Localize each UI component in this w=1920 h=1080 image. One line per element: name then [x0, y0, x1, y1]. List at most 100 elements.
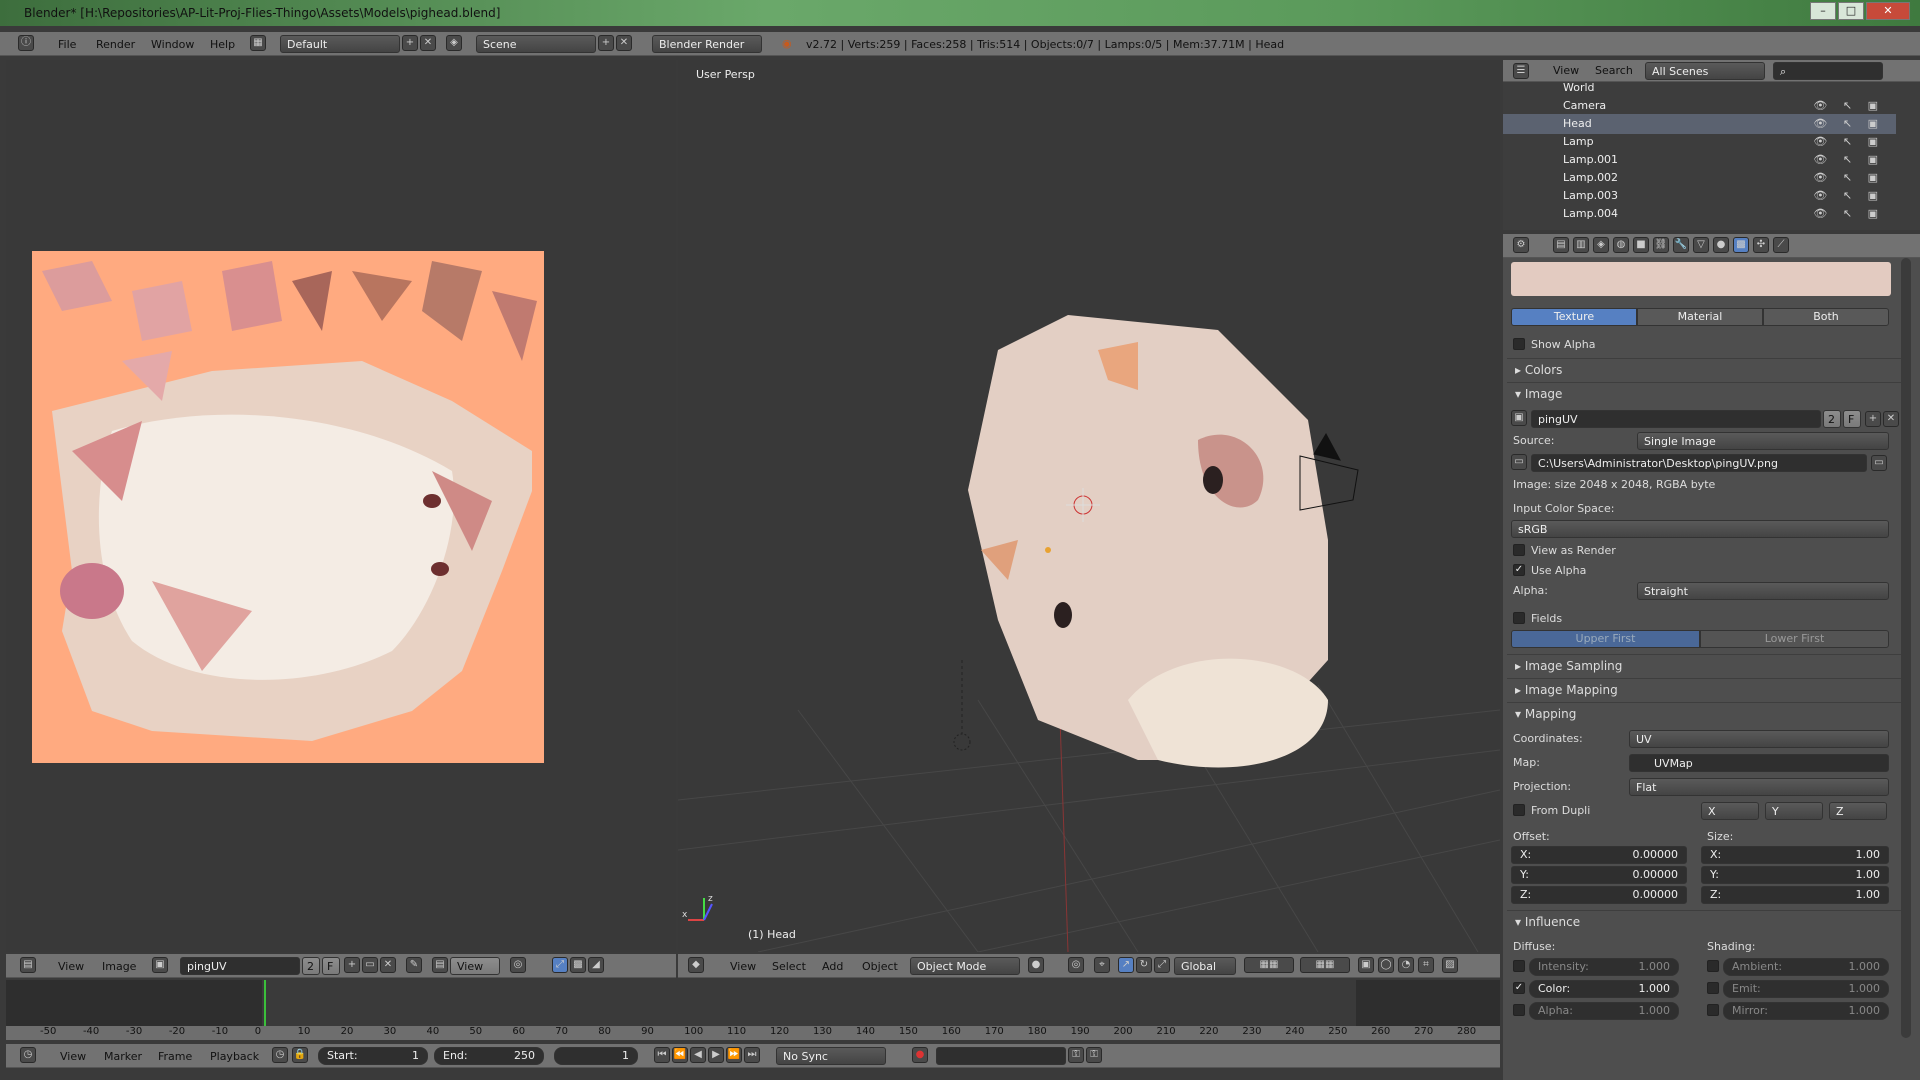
- uv-map-field[interactable]: UVMap: [1629, 754, 1889, 772]
- image-fake-user-button[interactable]: F: [1843, 410, 1861, 428]
- jump-end-icon[interactable]: ⏭: [744, 1047, 760, 1063]
- editor-type-timeline-icon[interactable]: ◷: [20, 1047, 36, 1063]
- translate-icon[interactable]: ↗: [1118, 957, 1134, 973]
- outliner-row[interactable]: Lamp.003 👁 ↖ ▣: [1503, 186, 1896, 206]
- scene-tab-icon[interactable]: ◈: [1593, 237, 1609, 253]
- render-preview-icon[interactable]: ◯: [1378, 957, 1394, 973]
- outliner-row[interactable]: Lamp.001 👁 ↖ ▣: [1503, 150, 1896, 170]
- upper-first-button[interactable]: Upper First: [1511, 630, 1700, 648]
- uv-menu-view[interactable]: View: [58, 960, 84, 973]
- view-as-render-checkbox[interactable]: [1513, 544, 1525, 556]
- visibility-icons[interactable]: 👁 ↖ ▣: [1813, 117, 1884, 130]
- uv-image-editor[interactable]: [6, 60, 676, 952]
- jump-start-icon[interactable]: ⏮: [654, 1047, 670, 1063]
- remove-scene-icon[interactable]: ✕: [616, 35, 632, 51]
- uv-image-name[interactable]: pingUV: [180, 957, 300, 975]
- browse-file-icon[interactable]: ▭: [1871, 455, 1887, 471]
- uv-menu-image[interactable]: Image: [102, 960, 136, 973]
- world-tab-icon[interactable]: ◍: [1613, 237, 1629, 253]
- layers-icon[interactable]: ▦▦: [1244, 957, 1294, 973]
- scale-icon[interactable]: ⤢: [1154, 957, 1170, 973]
- ambient-field[interactable]: Ambient: 1.000: [1723, 958, 1889, 976]
- size-field[interactable]: X: 1.00: [1701, 846, 1889, 864]
- image-name-field[interactable]: pingUV: [1531, 410, 1821, 428]
- mirror-checkbox[interactable]: [1707, 1004, 1719, 1016]
- layout-select[interactable]: Default: [280, 35, 400, 53]
- snap-icon[interactable]: ⌗: [1418, 957, 1434, 973]
- shading-icon[interactable]: ●: [1028, 957, 1044, 973]
- visibility-icons[interactable]: 👁 ↖ ▣: [1813, 189, 1884, 202]
- texture-tab-icon[interactable]: ▩: [1733, 237, 1749, 253]
- projection-select[interactable]: Flat: [1629, 778, 1889, 796]
- new-image-icon[interactable]: +: [344, 957, 360, 973]
- outliner-menu-search[interactable]: Search: [1595, 64, 1633, 77]
- outliner-row[interactable]: Lamp.002 👁 ↖ ▣: [1503, 168, 1896, 188]
- timeline-menu-view[interactable]: View: [60, 1050, 86, 1063]
- menu-window[interactable]: Window: [151, 38, 194, 51]
- offset-field[interactable]: X: 0.00000: [1511, 846, 1687, 864]
- outliner-row[interactable]: World: [1503, 78, 1896, 98]
- outliner-row[interactable]: Lamp.004 👁 ↖ ▣: [1503, 204, 1896, 224]
- alpha-influence-checkbox[interactable]: [1513, 1004, 1525, 1016]
- lower-first-button[interactable]: Lower First: [1700, 630, 1889, 648]
- emit-checkbox[interactable]: [1707, 982, 1719, 994]
- physics-tab-icon[interactable]: ⟋: [1773, 237, 1789, 253]
- material-tab-icon[interactable]: ●: [1713, 237, 1729, 253]
- render-tab-icon[interactable]: ▤: [1553, 237, 1569, 253]
- remove-layout-icon[interactable]: ✕: [420, 35, 436, 51]
- record-icon[interactable]: ●: [912, 1047, 928, 1063]
- editor-type-outliner-icon[interactable]: ☰: [1513, 63, 1529, 79]
- prev-keyframe-icon[interactable]: ⏪: [672, 1047, 688, 1063]
- delete-keyframe-icon[interactable]: ⚿: [1086, 1047, 1102, 1063]
- image-sampling-panel-header[interactable]: ▸ Image Sampling: [1507, 654, 1908, 676]
- pivot-icon[interactable]: ◎: [510, 957, 526, 973]
- minimize-button[interactable]: –: [1810, 2, 1836, 20]
- outliner-row[interactable]: Lamp 👁 ↖ ▣: [1503, 132, 1896, 152]
- data-tab-icon[interactable]: ▽: [1693, 237, 1709, 253]
- offset-field[interactable]: Y: 0.00000: [1511, 866, 1687, 884]
- show-alpha-checkbox[interactable]: [1513, 338, 1525, 350]
- mapping-z-select[interactable]: Z: [1829, 802, 1887, 820]
- color-field[interactable]: Color: 1.000: [1529, 980, 1679, 998]
- start-frame-field[interactable]: Start: 1: [318, 1047, 428, 1065]
- timeline-menu-playback[interactable]: Playback: [210, 1050, 259, 1063]
- object-mode-select[interactable]: Object Mode: [910, 957, 1020, 975]
- from-dupli-checkbox[interactable]: [1513, 804, 1525, 816]
- outliner-row[interactable]: Head 👁 ↖ ▣: [1503, 114, 1896, 134]
- pin-icon[interactable]: ✎: [406, 957, 422, 973]
- image-browse-icon[interactable]: ▣: [152, 957, 168, 973]
- timeline-menu-marker[interactable]: Marker: [104, 1050, 142, 1063]
- colors-panel-header[interactable]: ▸ Colors: [1507, 358, 1908, 380]
- 3d-viewport[interactable]: User Persp z x (1) Head: [678, 60, 1500, 952]
- outliner-menu-view[interactable]: View: [1553, 64, 1579, 77]
- modifiers-tab-icon[interactable]: 🔧: [1673, 237, 1689, 253]
- keying-set-field[interactable]: [936, 1047, 1066, 1065]
- uv-sync-icon[interactable]: ⤢: [552, 957, 568, 973]
- scene-icon[interactable]: ◈: [446, 35, 462, 51]
- menu-help[interactable]: Help: [210, 38, 235, 51]
- menu-render[interactable]: Render: [96, 38, 135, 51]
- timeline-area[interactable]: -50 -40 -30 -20 -10 0 10 20 30 40 50 60 70 80 90 100 110…: [6, 980, 1500, 1040]
- open-image-icon[interactable]: ▭: [362, 957, 378, 973]
- layers-2-icon[interactable]: ▦▦: [1300, 957, 1350, 973]
- play-reverse-icon[interactable]: ◀: [690, 1047, 706, 1063]
- properties-scrollbar[interactable]: [1901, 258, 1911, 1038]
- rotate-icon[interactable]: ↻: [1136, 957, 1152, 973]
- offset-field[interactable]: Z: 0.00000: [1511, 886, 1687, 904]
- checker-icon[interactable]: ▩: [570, 957, 586, 973]
- particles-tab-icon[interactable]: ✣: [1753, 237, 1769, 253]
- object-tab-icon[interactable]: ■: [1633, 237, 1649, 253]
- source-select[interactable]: Single Image: [1637, 432, 1889, 450]
- sync-select[interactable]: No Sync: [776, 1047, 886, 1065]
- editor-type-info-icon[interactable]: ⓘ: [18, 35, 34, 51]
- coordinates-select[interactable]: UV: [1629, 730, 1889, 748]
- unlink-image-icon[interactable]: ✕: [380, 957, 396, 973]
- mapping-panel-header[interactable]: ▾ Mapping: [1507, 702, 1908, 724]
- use-alpha-checkbox[interactable]: ✓: [1513, 564, 1525, 576]
- timeline-menu-frame[interactable]: Frame: [158, 1050, 192, 1063]
- render-engine-select[interactable]: Blender Render: [652, 35, 762, 53]
- uv-image-fake-user[interactable]: F: [322, 957, 340, 975]
- editor-type-properties-icon[interactable]: ⚙: [1513, 237, 1529, 253]
- new-image-properties-icon[interactable]: +: [1865, 411, 1881, 427]
- lock-layers-icon[interactable]: ▣: [1358, 957, 1374, 973]
